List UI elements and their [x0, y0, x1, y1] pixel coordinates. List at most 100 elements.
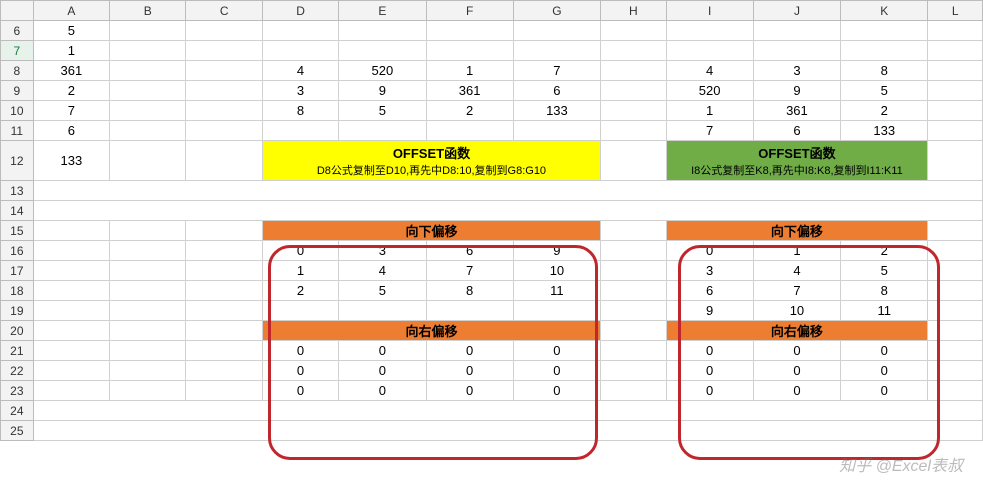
cell-I18[interactable]: 6 [666, 281, 753, 301]
cell-E8[interactable]: 520 [339, 61, 426, 81]
row-header[interactable]: 19 [1, 301, 34, 321]
cell-E16[interactable]: 3 [339, 241, 426, 261]
cell-G18[interactable]: 11 [513, 281, 600, 301]
cell-F22[interactable]: 0 [426, 361, 513, 381]
cell-G23[interactable]: 0 [513, 381, 600, 401]
col-header[interactable]: I [666, 1, 753, 21]
cell-D21[interactable]: 0 [262, 341, 338, 361]
cell-J9[interactable]: 9 [753, 81, 840, 101]
cell-I11[interactable]: 7 [666, 121, 753, 141]
cell-J10[interactable]: 361 [753, 101, 840, 121]
cell-E23[interactable]: 0 [339, 381, 426, 401]
cell-K9[interactable]: 5 [841, 81, 928, 101]
row-header[interactable]: 16 [1, 241, 34, 261]
col-header[interactable]: C [186, 1, 262, 21]
cell-K11[interactable]: 133 [841, 121, 928, 141]
cell-K23[interactable]: 0 [841, 381, 928, 401]
cell-K17[interactable]: 5 [841, 261, 928, 281]
col-header[interactable]: E [339, 1, 426, 21]
cell-I23[interactable]: 0 [666, 381, 753, 401]
col-header[interactable]: G [513, 1, 600, 21]
cell-J19[interactable]: 10 [753, 301, 840, 321]
cell-E18[interactable]: 5 [339, 281, 426, 301]
row-header[interactable]: 21 [1, 341, 34, 361]
row-header[interactable]: 25 [1, 421, 34, 441]
cell-A10[interactable]: 7 [33, 101, 109, 121]
cell-I9[interactable]: 520 [666, 81, 753, 101]
cell-J22[interactable]: 0 [753, 361, 840, 381]
cell-I17[interactable]: 3 [666, 261, 753, 281]
col-header[interactable]: F [426, 1, 513, 21]
cell-J17[interactable]: 4 [753, 261, 840, 281]
row-header[interactable]: 8 [1, 61, 34, 81]
cell-G9[interactable]: 6 [513, 81, 600, 101]
cell-D10[interactable]: 8 [262, 101, 338, 121]
row-header[interactable]: 24 [1, 401, 34, 421]
cell-A11[interactable]: 6 [33, 121, 109, 141]
row-header[interactable]: 13 [1, 181, 34, 201]
cell-I10[interactable]: 1 [666, 101, 753, 121]
row-header[interactable]: 20 [1, 321, 34, 341]
cell-K10[interactable]: 2 [841, 101, 928, 121]
cell-G21[interactable]: 0 [513, 341, 600, 361]
cell-E9[interactable]: 9 [339, 81, 426, 101]
col-header[interactable]: D [262, 1, 338, 21]
cell-D18[interactable]: 2 [262, 281, 338, 301]
cell-G8[interactable]: 7 [513, 61, 600, 81]
row-header[interactable]: 6 [1, 21, 34, 41]
col-header[interactable]: K [841, 1, 928, 21]
row-header[interactable]: 12 [1, 141, 34, 181]
cell-I8[interactable]: 4 [666, 61, 753, 81]
cell-K21[interactable]: 0 [841, 341, 928, 361]
cell-A12[interactable]: 133 [33, 141, 109, 181]
cell-J8[interactable]: 3 [753, 61, 840, 81]
cell-A7[interactable]: 1 [33, 41, 109, 61]
cell-G16[interactable]: 9 [513, 241, 600, 261]
col-header[interactable]: A [33, 1, 109, 21]
cell-F17[interactable]: 7 [426, 261, 513, 281]
cell-J23[interactable]: 0 [753, 381, 840, 401]
row-header[interactable]: 17 [1, 261, 34, 281]
cell-J11[interactable]: 6 [753, 121, 840, 141]
row-header[interactable]: 9 [1, 81, 34, 101]
row-header[interactable]: 23 [1, 381, 34, 401]
cell-E22[interactable]: 0 [339, 361, 426, 381]
cell-F10[interactable]: 2 [426, 101, 513, 121]
cell-D23[interactable]: 0 [262, 381, 338, 401]
col-header[interactable]: L [928, 1, 983, 21]
row-header[interactable]: 22 [1, 361, 34, 381]
row-header[interactable]: 14 [1, 201, 34, 221]
cell-D16[interactable]: 0 [262, 241, 338, 261]
cell-I21[interactable]: 0 [666, 341, 753, 361]
cell-G10[interactable]: 133 [513, 101, 600, 121]
cell-F9[interactable]: 361 [426, 81, 513, 101]
col-header[interactable]: J [753, 1, 840, 21]
cell-A9[interactable]: 2 [33, 81, 109, 101]
cell-E17[interactable]: 4 [339, 261, 426, 281]
cell-D17[interactable]: 1 [262, 261, 338, 281]
cell-E21[interactable]: 0 [339, 341, 426, 361]
cell-J16[interactable]: 1 [753, 241, 840, 261]
row-header[interactable]: 10 [1, 101, 34, 121]
cell-K22[interactable]: 0 [841, 361, 928, 381]
cell-D8[interactable]: 4 [262, 61, 338, 81]
cell-A8[interactable]: 361 [33, 61, 109, 81]
cell-K18[interactable]: 8 [841, 281, 928, 301]
cell-I19[interactable]: 9 [666, 301, 753, 321]
cell-A6[interactable]: 5 [33, 21, 109, 41]
row-header[interactable]: 7 [1, 41, 34, 61]
cell-J18[interactable]: 7 [753, 281, 840, 301]
cell-D9[interactable]: 3 [262, 81, 338, 101]
cell-F16[interactable]: 6 [426, 241, 513, 261]
cell-F21[interactable]: 0 [426, 341, 513, 361]
cell-K16[interactable]: 2 [841, 241, 928, 261]
cell-E10[interactable]: 5 [339, 101, 426, 121]
spreadsheet-grid[interactable]: A B C D E F G H I J K L 6 5 7 1 8 361 4 … [0, 0, 983, 441]
row-header[interactable]: 15 [1, 221, 34, 241]
cell-I22[interactable]: 0 [666, 361, 753, 381]
cell-K19[interactable]: 11 [841, 301, 928, 321]
col-header[interactable]: H [601, 1, 666, 21]
cell-I16[interactable]: 0 [666, 241, 753, 261]
col-header[interactable]: B [110, 1, 186, 21]
row-header[interactable]: 18 [1, 281, 34, 301]
